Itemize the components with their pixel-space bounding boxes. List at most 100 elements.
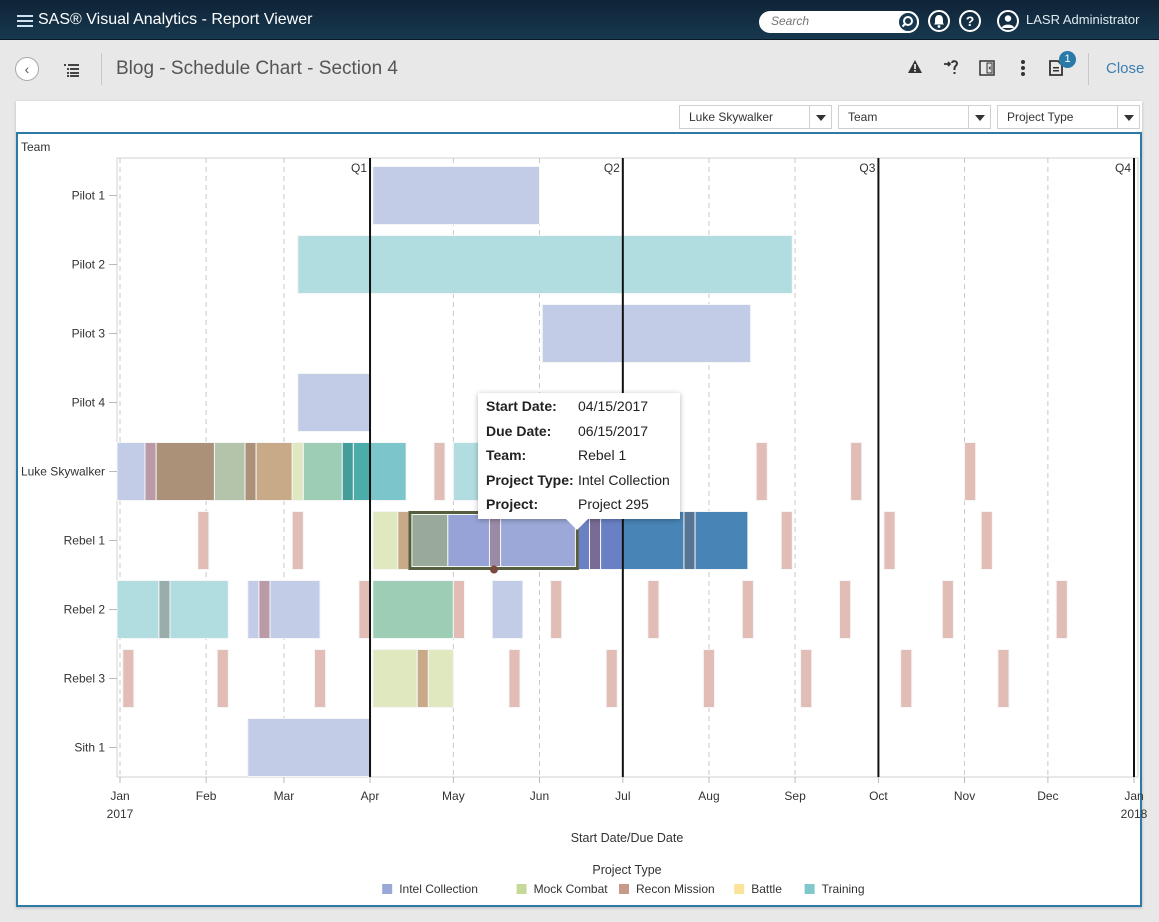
task-bar[interactable] [550,580,563,639]
task-bar[interactable] [291,511,304,570]
task-bar[interactable] [216,649,229,708]
reference-line-label: Q3 [859,161,875,175]
task-bar[interactable] [452,580,465,639]
x-tick-label: Aug [698,789,719,803]
task-bar[interactable] [122,649,135,708]
legend-label: Recon Mission [636,882,715,896]
tooltip-key: Project: [486,496,539,513]
y-tick-label: Rebel 1 [64,534,106,548]
task-bar[interactable] [416,649,429,708]
legend-swatch [619,884,629,894]
x-tick-sublabel: 2018 [1121,807,1148,821]
x-tick-label: Jul [615,789,630,803]
task-bar[interactable] [302,442,343,501]
task-bar[interactable] [900,649,913,708]
tooltip-value: Project 295 [578,496,649,513]
task-bar[interactable] [144,442,157,501]
legend-label: Training [822,882,865,896]
y-tick-label: Pilot 1 [72,189,106,203]
task-bar[interactable] [883,511,896,570]
reference-line-label: Q2 [604,161,620,175]
task-bar[interactable] [433,442,446,501]
task-bar[interactable] [213,442,246,501]
task-bar[interactable] [647,580,660,639]
task-bar[interactable] [980,511,993,570]
task-bar[interactable] [372,511,399,570]
task-bar[interactable] [683,511,696,570]
task-bar[interactable] [372,580,454,639]
tooltip-row: Project Type: Intel Collection [482,472,676,497]
legend-swatch [804,884,815,894]
task-bar[interactable] [964,442,977,501]
task-bar[interactable] [116,580,160,639]
legend: Intel Collection Mock Combat Recon Mission… [382,882,865,896]
task-bar[interactable] [155,442,215,501]
task-bar[interactable] [780,511,793,570]
task-bar[interactable] [941,580,954,639]
task-bar[interactable] [197,511,210,570]
task-bar[interactable] [755,442,768,501]
legend-title: Project Type [592,863,661,877]
task-bar[interactable] [372,649,418,708]
tooltip-value: 06/15/2017 [578,422,649,439]
tooltip-row: Start Date: 04/15/2017 [482,398,676,423]
reference-line-label: Q4 [1115,161,1131,175]
task-bar[interactable] [313,649,327,708]
data-tooltip: Start Date: 04/15/2017 Due Date: 06/15/201… [478,393,680,530]
task-bar[interactable] [341,442,354,501]
tooltip-row: Due Date: 06/15/2017 [482,423,676,448]
legend-swatch [382,884,393,894]
legend-label: Mock Combat [534,882,609,896]
tooltip-row: Team: Rebel 1 [482,447,676,472]
task-bar[interactable] [427,649,454,708]
task-bar[interactable] [169,580,229,639]
y-axis-title: Team [21,140,50,154]
task-bar[interactable] [269,580,321,639]
task-bar[interactable] [244,442,257,501]
task-bar[interactable] [369,442,407,501]
task-bar[interactable] [800,649,813,708]
task-bar[interactable] [741,580,754,639]
task-bar[interactable] [247,718,371,777]
y-tick-label: Pilot 4 [72,396,106,410]
tooltip-value: Rebel 1 [578,447,627,464]
task-bar[interactable] [258,580,271,639]
legend-swatch [734,884,745,894]
task-bar[interactable] [508,649,521,708]
x-tick-label: Nov [954,789,975,803]
task-bar[interactable] [850,442,863,501]
tooltip-value: Intel Collection [578,471,670,488]
y-tick-label: Pilot 3 [72,327,106,341]
task-bar[interactable] [1055,580,1068,639]
task-bar[interactable] [158,580,171,639]
task-bar[interactable] [358,580,371,639]
x-tick-label: Mar [274,789,295,803]
task-bar[interactable] [605,649,618,708]
x-tick-label: Feb [196,789,217,803]
task-bar[interactable] [694,511,749,570]
task-bar[interactable] [372,166,540,225]
x-tick-label: Jan [1124,789,1143,803]
task-bar[interactable] [839,580,852,639]
task-bar[interactable] [291,442,304,501]
task-bar[interactable] [116,442,146,501]
task-bar[interactable] [997,649,1010,708]
task-bar[interactable] [255,442,293,501]
task-bar[interactable] [408,511,449,570]
tooltip-row: Project: Project 295 [482,496,676,521]
task-bar[interactable] [297,235,793,294]
x-tick-label: May [442,789,465,803]
x-tick-label: Jan [110,789,129,803]
x-tick-label: Dec [1037,789,1058,803]
x-tick-label: Sep [784,789,806,803]
task-bar[interactable] [491,580,524,639]
task-bar[interactable] [397,511,410,570]
tooltip-key: Start Date: [486,398,557,414]
task-bar[interactable] [702,649,716,708]
task-bar[interactable] [352,442,371,501]
task-bar[interactable] [541,304,752,363]
task-bar[interactable] [297,373,371,432]
task-bar[interactable] [247,580,260,639]
reference-line-label: Q1 [351,161,367,175]
x-tick-sublabel: 2017 [107,807,134,821]
